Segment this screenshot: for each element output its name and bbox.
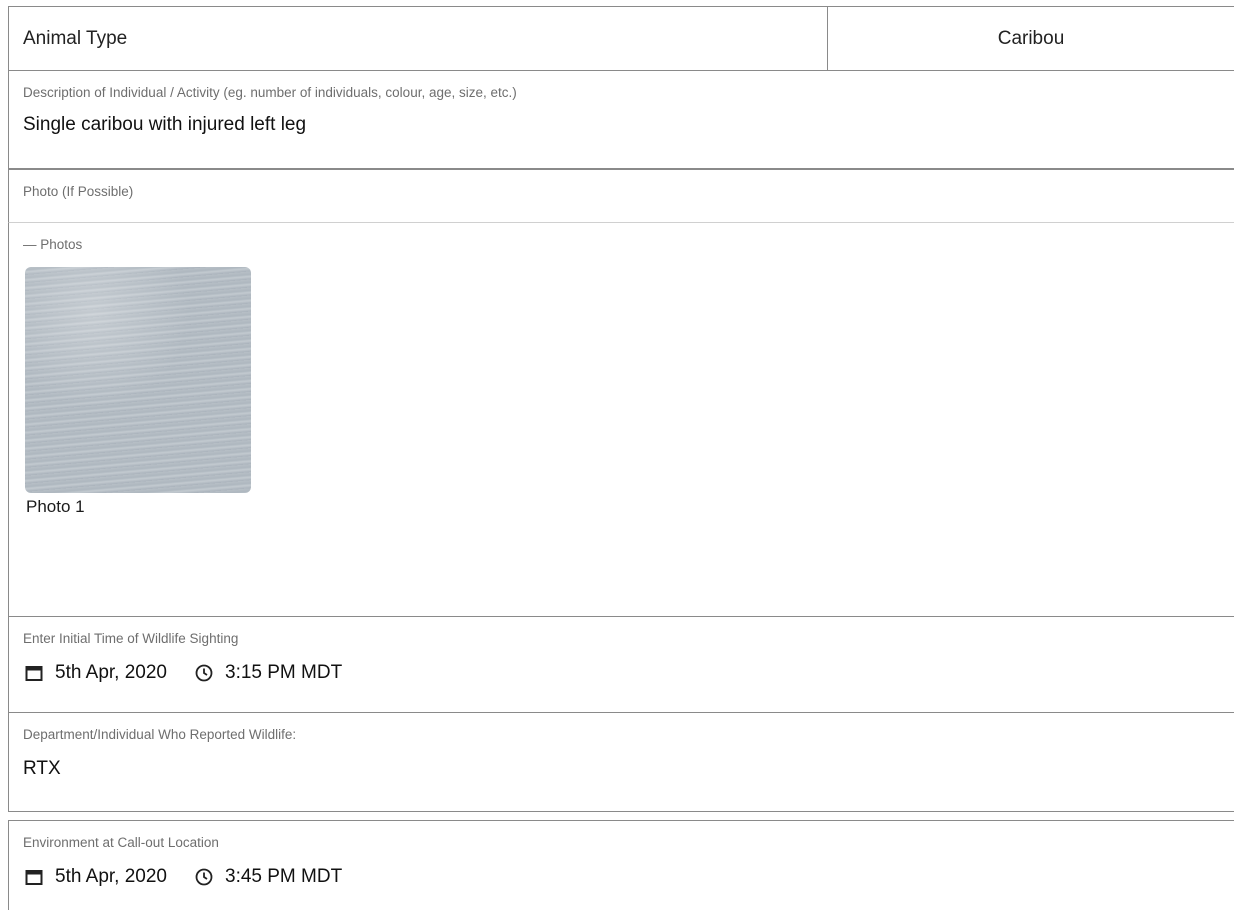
calendar-icon [23,866,45,888]
photo-label: Photo (If Possible) [23,184,134,199]
clock-icon [193,866,215,888]
description-label: Description of Individual / Activity (eg… [23,85,517,100]
photo-row: Photo (If Possible) [8,170,1234,222]
clock-icon [193,662,215,684]
form-container: Animal Type Caribou Description of Indiv… [8,6,1234,910]
environment-label: Environment at Call-out Location [23,835,219,850]
initial-time-row: Enter Initial Time of Wildlife Sighting … [8,616,1234,712]
photo-caption: Photo 1 [26,497,85,516]
environment-datetime[interactable]: 5th Apr, 2020 3:45 PM MDT [23,866,1220,888]
reporter-row: Department/Individual Who Reported Wildl… [8,712,1234,812]
environment-date[interactable]: 5th Apr, 2020 [55,866,167,888]
reporter-label: Department/Individual Who Reported Wildl… [23,727,297,742]
description-value[interactable]: Single caribou with injured left leg [23,114,1220,136]
animal-type-row: Animal Type Caribou [8,6,1234,70]
photo-thumbnail[interactable] [25,267,251,493]
environment-time[interactable]: 3:45 PM MDT [225,866,342,888]
photos-group-toggle[interactable]: — Photos [23,237,1220,252]
calendar-icon [23,662,45,684]
photos-group: — Photos Photo 1 [8,222,1234,616]
animal-type-label: Animal Type [9,7,828,70]
description-row: Description of Individual / Activity (eg… [8,70,1234,170]
initial-date[interactable]: 5th Apr, 2020 [55,662,167,684]
initial-time[interactable]: 3:15 PM MDT [225,662,342,684]
reporter-value[interactable]: RTX [23,758,1220,780]
environment-row: Environment at Call-out Location 5th Apr… [8,820,1234,910]
initial-datetime[interactable]: 5th Apr, 2020 3:15 PM MDT [23,662,1220,684]
initial-time-label: Enter Initial Time of Wildlife Sighting [23,631,239,646]
animal-type-value[interactable]: Caribou [828,7,1234,70]
